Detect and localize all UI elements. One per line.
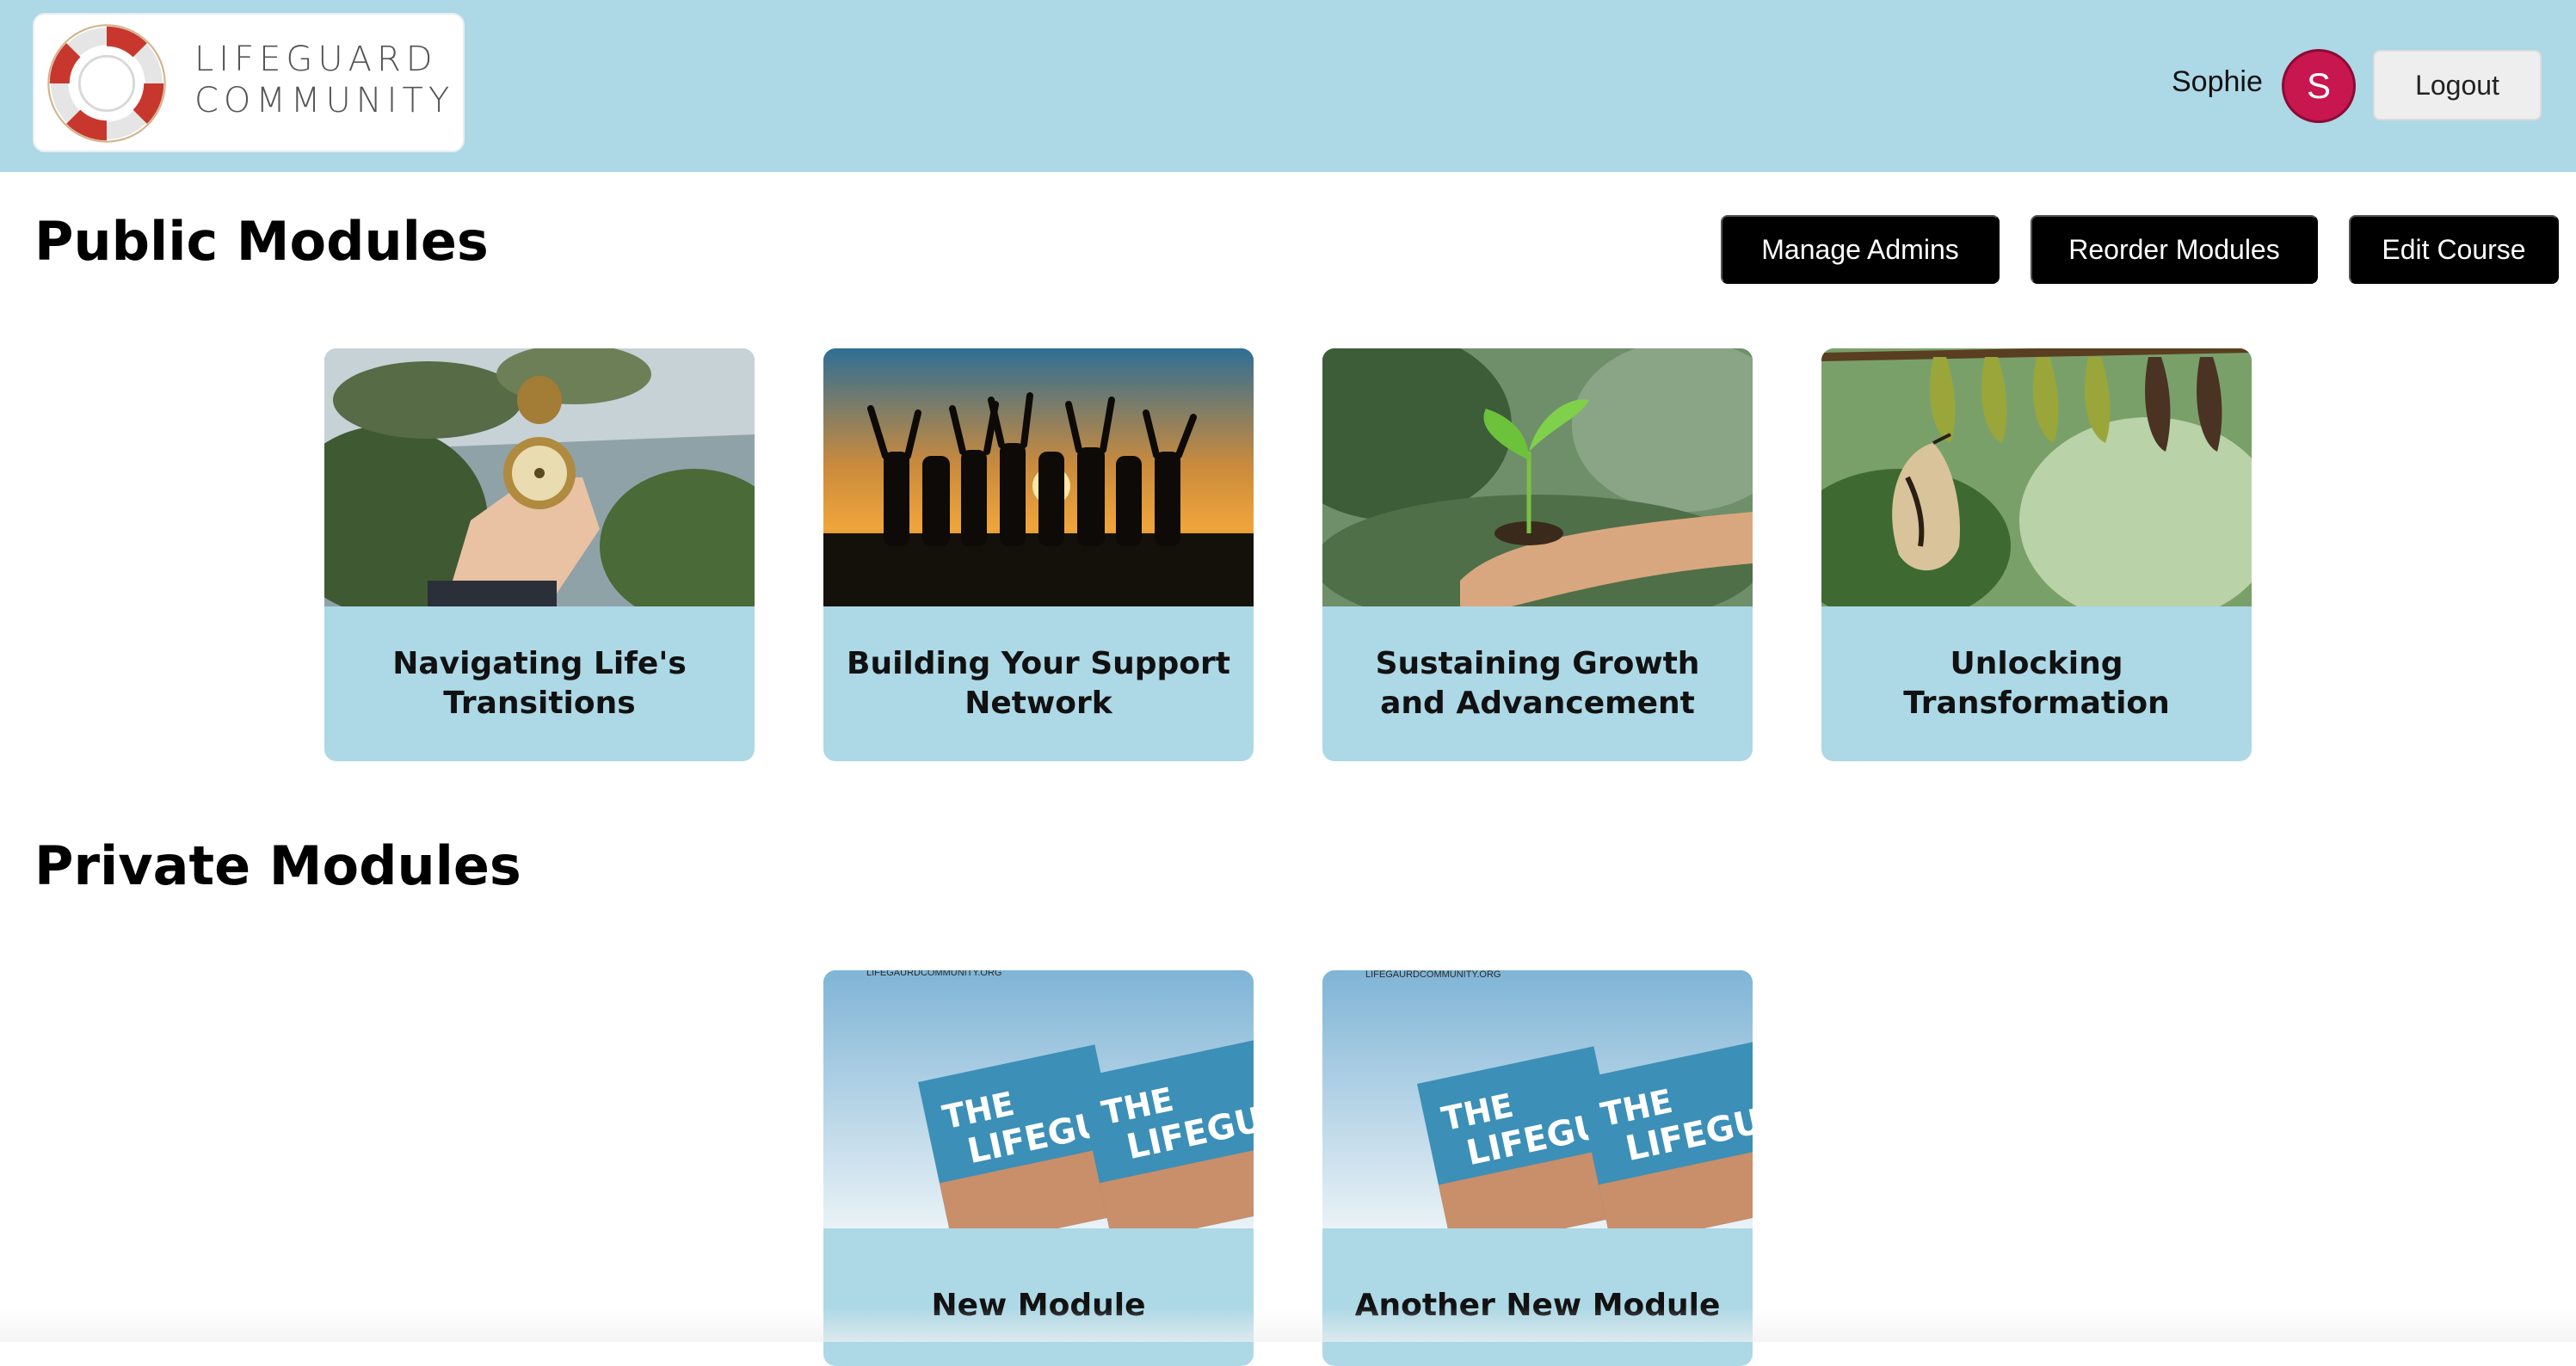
top-header: LIFEGUARD COMMUNITY Sophie S Logout (0, 0, 2576, 172)
reorder-modules-button[interactable]: Reorder Modules (2031, 215, 2318, 284)
module-card-navigating-transitions[interactable]: Navigating Life's Transitions (324, 348, 755, 761)
public-modules-heading: Public Modules (34, 210, 489, 273)
module-title: New Module (931, 1288, 1146, 1323)
cover-url-text: LIFEGAURDCOMMUNITY.ORG (1365, 970, 1501, 980)
module-title: Navigating Life's Transitions (392, 646, 687, 721)
lifeguard-community-logo[interactable]: LIFEGUARD COMMUNITY (33, 13, 465, 152)
manage-admins-button[interactable]: Manage Admins (1721, 215, 2000, 284)
logo-text: LIFEGUARD COMMUNITY (194, 39, 454, 121)
logout-button[interactable]: Logout (2373, 50, 2542, 120)
module-card-unlocking-transformation[interactable]: Unlocking Transformation (1821, 348, 2252, 761)
module-card-sustaining-growth[interactable]: Sustaining Growth and Advancement (1322, 348, 1753, 761)
module-title: Another New Module (1354, 1288, 1721, 1323)
life-ring-icon (47, 24, 166, 143)
butterfly-photo (1821, 348, 2252, 606)
module-card-new-module[interactable]: LIFEGAURDCOMMUNITY.ORG THE LIFEGUARD THE… (823, 970, 1254, 1366)
cover-url-text: LIFEGAURDCOMMUNITY.ORG (866, 970, 1001, 978)
book-cover-photo: LIFEGAURDCOMMUNITY.ORG THE LIFEGUARD THE… (1322, 970, 1753, 1228)
module-card-another-new-module[interactable]: LIFEGAURDCOMMUNITY.ORG THE LIFEGUARD THE… (1322, 970, 1753, 1366)
module-title: Unlocking Transformation (1903, 646, 2170, 721)
compass-photo (324, 348, 755, 606)
logo-line-1: LIFEGUARD (194, 40, 438, 79)
sunset-group-photo (823, 348, 1254, 606)
user-avatar[interactable]: S (2282, 49, 2356, 123)
module-card-support-network[interactable]: Building Your Support Network (823, 348, 1254, 761)
private-modules-heading: Private Modules (34, 834, 521, 897)
module-title: Building Your Support Network (847, 646, 1230, 721)
logo-line-2: COMMUNITY (194, 81, 455, 120)
seedling-photo (1322, 348, 1753, 606)
book-cover-photo: LIFEGAURDCOMMUNITY.ORG THE LIFEGUARD THE… (823, 970, 1254, 1228)
user-name: Sophie (2172, 65, 2263, 98)
edit-course-button[interactable]: Edit Course (2349, 215, 2559, 284)
module-title: Sustaining Growth and Advancement (1375, 646, 1700, 721)
bottom-scroll-shadow (0, 1308, 2576, 1342)
